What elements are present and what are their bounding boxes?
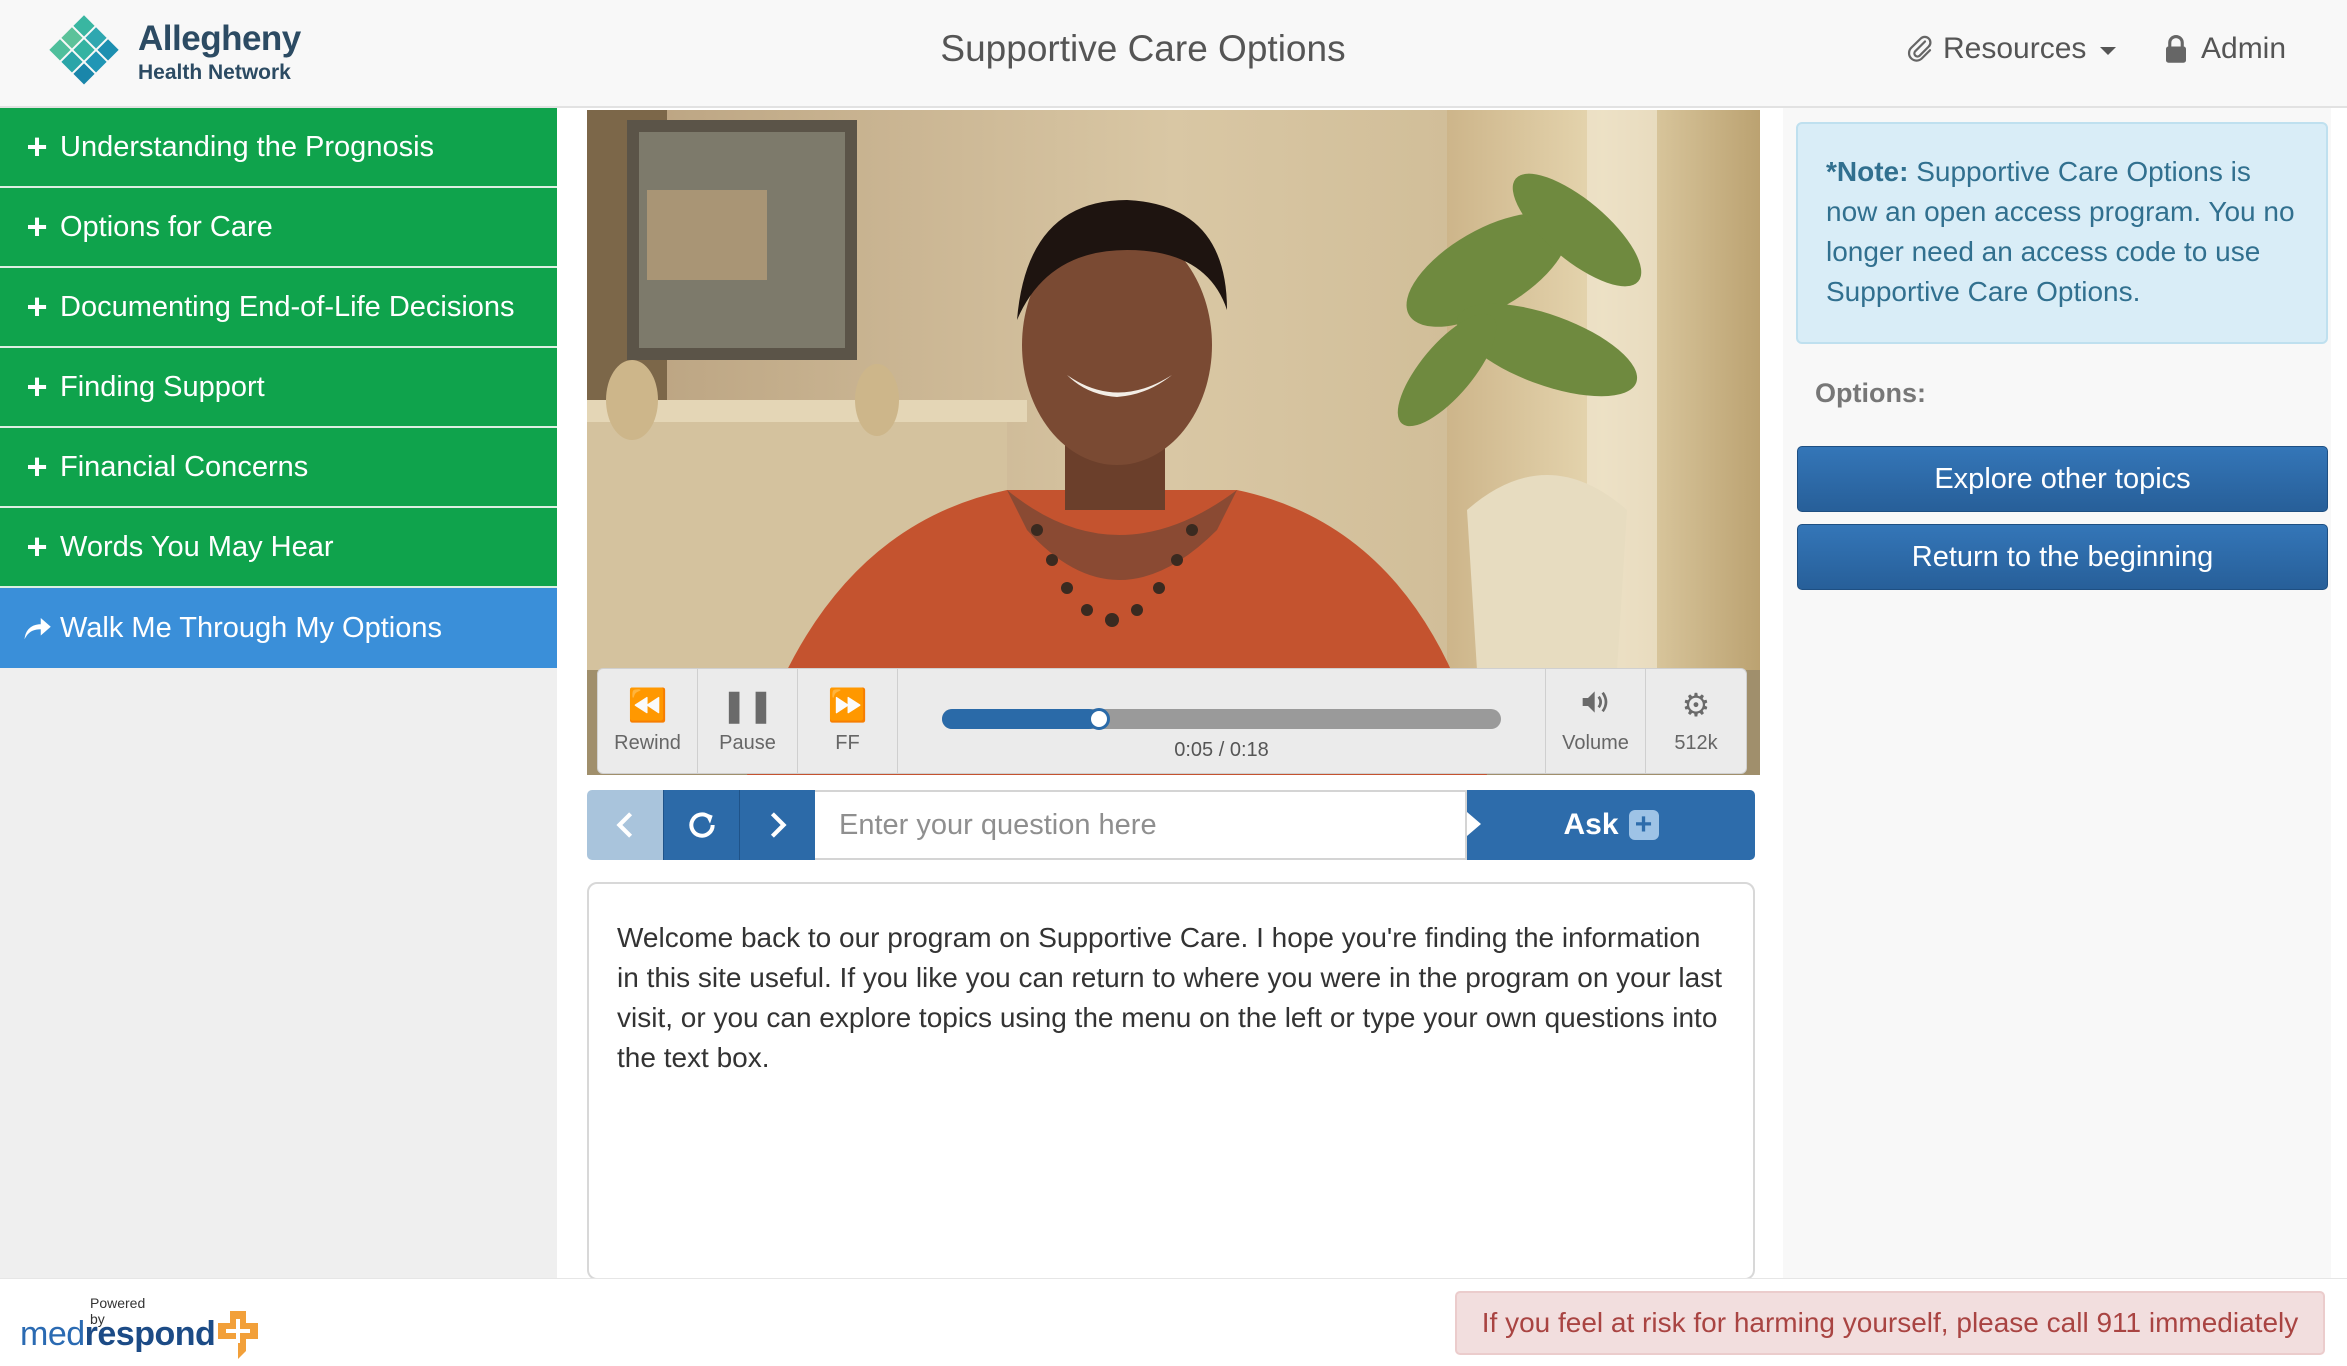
menu-item-label: Finding Support bbox=[60, 370, 265, 403]
time-display: 0:05 / 0:18 bbox=[1174, 739, 1269, 761]
progress-slider[interactable] bbox=[942, 708, 1501, 730]
brand-med: med bbox=[20, 1315, 85, 1353]
fast-forward-button[interactable]: ⏩ FF bbox=[798, 669, 898, 773]
rewind-button[interactable]: ⏪ Rewind bbox=[598, 669, 698, 773]
menu-item-words-you-may-hear[interactable]: + Words You May Hear bbox=[0, 508, 557, 588]
quality-settings-button[interactable]: ⚙ 512k bbox=[1646, 669, 1746, 773]
plus-icon: + bbox=[26, 366, 48, 407]
transcript-box: Welcome back to our program on Supportiv… bbox=[587, 882, 1755, 1280]
footer: Powered by medrespond If you feel at ris… bbox=[0, 1278, 2347, 1366]
progress-area: 0:05 / 0:18 bbox=[898, 669, 1546, 773]
ask-button[interactable]: Ask + bbox=[1467, 790, 1755, 860]
question-bar: Ask + bbox=[587, 790, 1755, 860]
medrespond-plus-icon: + bbox=[1628, 808, 1659, 841]
replay-button[interactable] bbox=[663, 790, 739, 860]
medrespond-cross-icon bbox=[218, 1311, 258, 1359]
pause-button[interactable]: ❚❚ Pause bbox=[698, 669, 798, 773]
forward-button[interactable] bbox=[739, 790, 815, 860]
admin-link[interactable]: Admin bbox=[2163, 32, 2286, 66]
menu-item-prognosis[interactable]: + Understanding the Prognosis bbox=[0, 108, 557, 188]
volume-icon bbox=[1580, 688, 1612, 722]
lock-icon bbox=[2166, 34, 2186, 63]
progress-fill bbox=[942, 709, 1099, 729]
menu-item-documenting-decisions[interactable]: + Documenting End-of-Life Decisions bbox=[0, 268, 557, 348]
options-heading: Options: bbox=[1815, 378, 1926, 408]
top-navbar: Allegheny Health Network Supportive Care… bbox=[0, 0, 2347, 108]
plus-icon: + bbox=[26, 286, 48, 327]
medrespond-wordmark: medrespond bbox=[20, 1315, 216, 1354]
volume-label: Volume bbox=[1562, 731, 1629, 754]
menu-item-label: Understanding the Prognosis bbox=[60, 130, 435, 163]
gear-icon: ⚙ bbox=[1681, 686, 1711, 723]
ff-label: FF bbox=[835, 731, 860, 754]
menu-item-walk-me-through[interactable]: Walk Me Through My Options bbox=[0, 588, 557, 668]
share-arrow-icon bbox=[24, 618, 51, 640]
plus-icon: + bbox=[26, 126, 48, 167]
rewind-label: Rewind bbox=[614, 731, 681, 754]
note-prefix: *Note: bbox=[1826, 156, 1909, 187]
open-access-note: *Note: Supportive Care Options is now an… bbox=[1796, 122, 2328, 344]
menu-item-label: Walk Me Through My Options bbox=[60, 611, 442, 644]
chevron-right-icon bbox=[770, 812, 787, 838]
video-controls: ⏪ Rewind ❚❚ Pause ⏩ FF 0:05 / 0:18 Volum… bbox=[597, 668, 1747, 774]
pause-label: Pause bbox=[719, 731, 776, 754]
plus-icon: + bbox=[26, 526, 48, 567]
menu-item-finding-support[interactable]: + Finding Support bbox=[0, 348, 557, 428]
caret-down-icon bbox=[2100, 47, 2117, 55]
chevron-left-icon bbox=[616, 812, 633, 838]
admin-label: Admin bbox=[2201, 32, 2287, 65]
topic-sidebar: + Understanding the Prognosis + Options … bbox=[0, 108, 557, 1278]
menu-item-financial-concerns[interactable]: + Financial Concerns bbox=[0, 428, 557, 508]
volume-button[interactable]: Volume bbox=[1546, 669, 1646, 773]
menu-item-label: Financial Concerns bbox=[60, 450, 309, 483]
pause-icon: ❚❚ bbox=[720, 686, 775, 723]
crisis-alert: If you feel at risk for harming yourself… bbox=[1455, 1291, 2325, 1355]
progress-knob[interactable] bbox=[1087, 708, 1110, 730]
menu-item-options-for-care[interactable]: + Options for Care bbox=[0, 188, 557, 268]
rewind-icon: ⏪ bbox=[627, 686, 668, 723]
plus-icon: + bbox=[26, 206, 48, 247]
ask-label: Ask bbox=[1563, 808, 1619, 841]
refresh-icon bbox=[688, 812, 715, 838]
quality-label: 512k bbox=[1674, 731, 1718, 754]
menu-item-label: Words You May Hear bbox=[60, 530, 334, 563]
brand-respond: respond bbox=[84, 1315, 216, 1353]
resources-dropdown[interactable]: Resources bbox=[1905, 32, 2117, 66]
menu-item-label: Options for Care bbox=[60, 210, 273, 243]
paperclip-icon bbox=[1907, 35, 1932, 62]
question-input[interactable] bbox=[815, 790, 1467, 860]
back-button[interactable] bbox=[587, 790, 663, 860]
resources-label: Resources bbox=[1943, 32, 2087, 65]
menu-item-label: Documenting End-of-Life Decisions bbox=[60, 290, 515, 323]
fast-forward-icon: ⏩ bbox=[827, 686, 868, 723]
plus-icon: + bbox=[26, 446, 48, 487]
explore-topics-button[interactable]: Explore other topics bbox=[1797, 446, 2328, 512]
return-to-beginning-button[interactable]: Return to the beginning bbox=[1797, 524, 2328, 590]
